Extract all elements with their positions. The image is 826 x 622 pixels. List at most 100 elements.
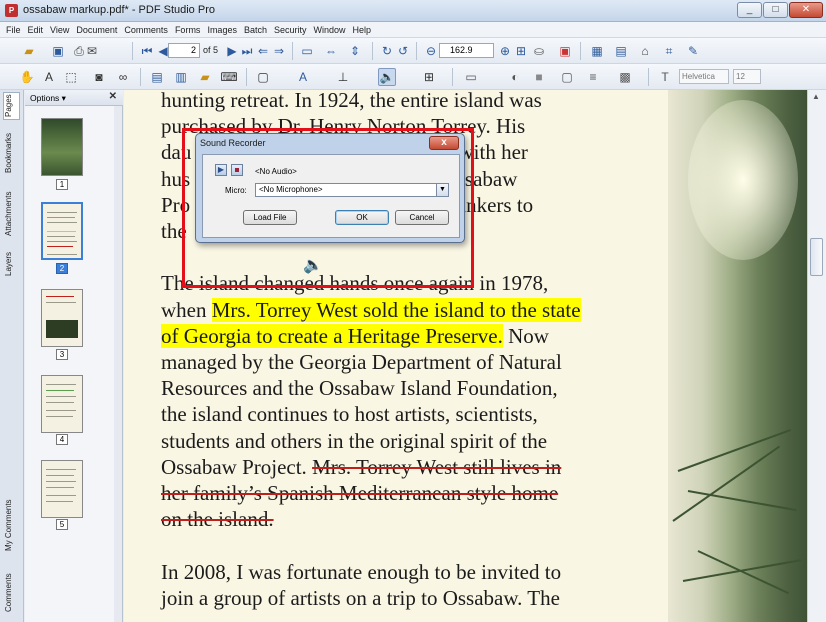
page-thumbnail-5[interactable] bbox=[41, 460, 83, 518]
options-menu[interactable]: Options ▾ bbox=[30, 93, 66, 104]
highlight-annotation[interactable]: Mrs. Torrey West sold the island to the … bbox=[211, 297, 581, 322]
page-thumbnail-1[interactable] bbox=[41, 118, 83, 176]
pdf-app-icon: P bbox=[5, 4, 18, 17]
menu-view[interactable]: View bbox=[50, 25, 69, 35]
snapshot-icon[interactable]: ▣ bbox=[556, 42, 574, 60]
play-icon[interactable]: ▶ bbox=[215, 164, 227, 176]
annotation-toolbar: ✋ A ⬚ ◙ ∞ ▤ ▥ ▰ ⌨ ▢ A ⊥ 🔈 ⊞ ▭ ◐ ■ ▢ ≡ ▩ … bbox=[0, 64, 826, 90]
tab-comments[interactable]: Comments bbox=[4, 570, 20, 616]
marquee-zoom-icon[interactable]: ⊞ bbox=[512, 42, 530, 60]
stamp-icon[interactable]: ⛀ bbox=[530, 42, 548, 60]
maximize-button[interactable]: □ bbox=[763, 2, 788, 18]
ok-button[interactable]: OK bbox=[335, 210, 389, 225]
crop-icon[interactable]: ⌗ bbox=[660, 42, 678, 60]
note-icon[interactable]: ▤ bbox=[148, 68, 166, 86]
camera-icon[interactable]: ◙ bbox=[90, 68, 108, 86]
strikeout-annotation[interactable]: her family’s Spanish Mediterranean style… bbox=[161, 481, 558, 505]
text-run: Resources and the Ossabaw Island Foundat… bbox=[161, 376, 558, 401]
tab-layers[interactable]: Layers bbox=[4, 250, 20, 278]
main-toolbar: ▰ ▣ ⎙ ✉ ⏮ ◀ 2 of 5 ▶ ⏭ ⇐ ⇒ ▭ ⇔ ⇕ ↻ ↺ ⊖ 1… bbox=[0, 38, 826, 64]
strikeout-annotation[interactable]: on the island. bbox=[161, 507, 274, 531]
open-folder-icon[interactable]: ▰ bbox=[20, 42, 38, 60]
scroll-up-icon[interactable]: ▲ bbox=[812, 92, 820, 101]
typewriter-icon[interactable]: ⌨ bbox=[220, 68, 238, 86]
border-color-icon[interactable]: ▢ bbox=[558, 68, 576, 86]
chevron-down-icon[interactable]: ▼ bbox=[436, 184, 448, 196]
fill-swatch-icon[interactable]: ■ bbox=[530, 68, 548, 86]
cancel-button[interactable]: Cancel bbox=[395, 210, 449, 225]
binoculars-icon[interactable]: ∞ bbox=[114, 68, 132, 86]
zoom-out-icon[interactable]: ⊖ bbox=[422, 42, 440, 60]
forward-view-icon[interactable]: ⇒ bbox=[270, 42, 288, 60]
menu-comments[interactable]: Comments bbox=[124, 25, 168, 35]
stamp-tool-icon[interactable]: ⊥ bbox=[334, 68, 352, 86]
record-icon[interactable] bbox=[231, 164, 243, 176]
close-window-button[interactable]: ✕ bbox=[789, 2, 823, 18]
align-icon[interactable]: ▭ bbox=[462, 68, 480, 86]
page-thumbnail-4[interactable] bbox=[41, 375, 83, 433]
rectangle-icon[interactable]: ▢ bbox=[254, 68, 272, 86]
menu-images[interactable]: Images bbox=[207, 25, 237, 35]
microphone-select[interactable]: <No Microphone> ▼ bbox=[255, 183, 449, 197]
form-fields-icon[interactable]: ▦ bbox=[588, 42, 606, 60]
actual-size-icon[interactable]: ▭ bbox=[298, 42, 316, 60]
page-thumbnail-2[interactable] bbox=[41, 202, 83, 260]
tab-bookmarks[interactable]: Bookmarks bbox=[4, 130, 20, 176]
scrollbar-thumb[interactable] bbox=[810, 238, 823, 276]
font-icon[interactable]: T bbox=[656, 68, 674, 86]
menu-help[interactable]: Help bbox=[353, 25, 372, 35]
fit-page-icon[interactable]: ⇕ bbox=[346, 42, 364, 60]
save-icon[interactable]: ▣ bbox=[49, 42, 67, 60]
line-style-icon[interactable]: ≡ bbox=[584, 68, 602, 86]
thumbnails-scrollbar[interactable] bbox=[114, 106, 122, 622]
thumbnails-header: Options ▾ ✕ bbox=[25, 90, 123, 106]
menu-bar: File Edit View Document Comments Forms Images B… bbox=[0, 22, 826, 38]
menu-file[interactable]: File bbox=[6, 25, 21, 35]
menu-forms[interactable]: Forms bbox=[175, 25, 201, 35]
sticky-note-icon[interactable]: ▰ bbox=[196, 68, 214, 86]
email-icon[interactable]: ✉ bbox=[83, 42, 101, 60]
fill-color-icon[interactable]: ◐ bbox=[506, 68, 524, 86]
hand-tool-icon[interactable]: ✋ bbox=[18, 68, 36, 86]
page-number-input[interactable]: 2 bbox=[168, 43, 200, 58]
close-panel-icon[interactable]: ✕ bbox=[109, 91, 117, 102]
text-select-icon[interactable]: A bbox=[40, 68, 58, 86]
opacity-icon[interactable]: ▩ bbox=[616, 68, 634, 86]
text-line: the island continues to host artists, sc… bbox=[161, 401, 538, 427]
tab-my-comments[interactable]: My Comments bbox=[4, 498, 20, 552]
image-select-icon[interactable]: ⬚ bbox=[62, 68, 80, 86]
rotate-counterclockwise-icon[interactable]: ↺ bbox=[394, 42, 412, 60]
table-icon[interactable]: ▤ bbox=[612, 42, 630, 60]
document-scrollbar[interactable]: ▲ bbox=[807, 90, 826, 622]
strikeout-annotation[interactable]: Mrs. Torrey West still lives in bbox=[312, 455, 561, 479]
menu-security[interactable]: Security bbox=[274, 25, 307, 35]
dialog-close-button[interactable]: x bbox=[429, 136, 459, 150]
sound-annotation-icon[interactable]: 🔈 bbox=[303, 255, 323, 275]
menu-batch[interactable]: Batch bbox=[244, 25, 267, 35]
fit-width-icon[interactable]: ⇔ bbox=[322, 42, 340, 60]
tab-attachments[interactable]: Attachments bbox=[4, 190, 20, 238]
redact-icon[interactable]: ⌂ bbox=[636, 42, 654, 60]
text-line: on the island. bbox=[161, 506, 274, 532]
text-run: the island continues to host artists, sc… bbox=[161, 402, 538, 427]
minimize-button[interactable]: _ bbox=[737, 2, 762, 18]
text-line: of Georgia to create a Heritage Preserve… bbox=[161, 323, 549, 349]
page-thumbnail-3[interactable] bbox=[41, 289, 83, 347]
tab-pages[interactable]: Pages bbox=[3, 92, 20, 120]
text-run: In 2008, I was fortunate enough to be in… bbox=[161, 559, 562, 584]
title-bar: P ossabaw markup.pdf* - PDF Studio Pro _… bbox=[0, 0, 826, 22]
menu-document[interactable]: Document bbox=[76, 25, 117, 35]
menu-window[interactable]: Window bbox=[313, 25, 345, 35]
text-box-icon[interactable]: ▥ bbox=[172, 68, 190, 86]
grid-icon[interactable]: ⊞ bbox=[420, 68, 438, 86]
font-name-select[interactable]: Helvetica bbox=[679, 69, 729, 84]
text-run: Ossabaw Project. bbox=[161, 454, 313, 479]
sound-tool-icon[interactable]: 🔈 bbox=[378, 68, 396, 86]
load-file-button[interactable]: Load File bbox=[243, 210, 297, 225]
edit-content-icon[interactable]: ✎ bbox=[684, 42, 702, 60]
highlight-annotation[interactable]: of Georgia to create a Heritage Preserve… bbox=[161, 323, 503, 348]
zoom-level-select[interactable]: 162.9 bbox=[439, 43, 494, 58]
font-size-select[interactable]: 12 bbox=[733, 69, 761, 84]
menu-edit[interactable]: Edit bbox=[28, 25, 44, 35]
highlight-text-icon[interactable]: A bbox=[294, 68, 312, 86]
